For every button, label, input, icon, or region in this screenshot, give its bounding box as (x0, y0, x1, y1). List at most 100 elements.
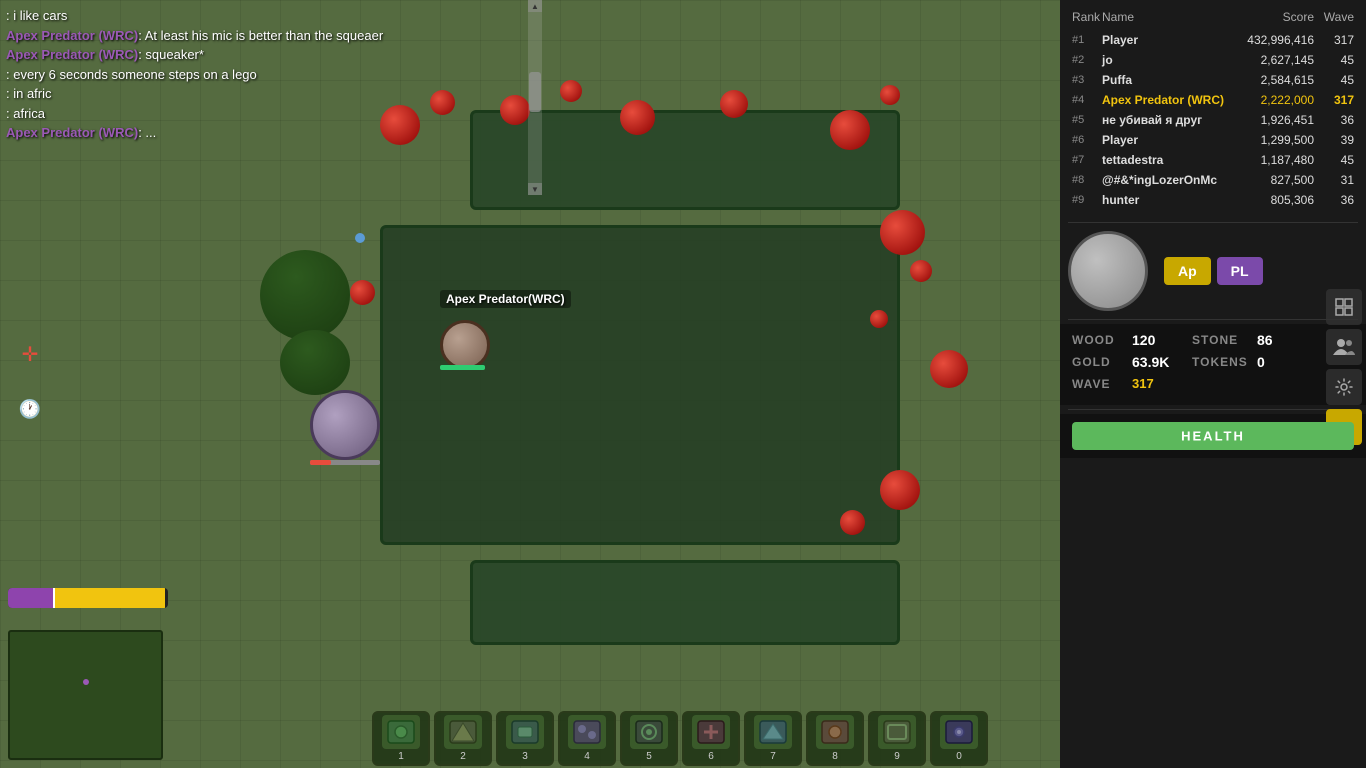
scroll-down-arrow[interactable]: ▼ (528, 183, 542, 195)
chat-player-name: Apex Predator (WRC) (6, 125, 138, 140)
toolbar-icon-3 (506, 715, 544, 749)
chat-player-name: Apex Predator (WRC) (6, 28, 138, 43)
toolbar-item-3[interactable]: 3 (496, 711, 554, 766)
lb-score-9: 805,306 (1224, 193, 1314, 207)
toolbar-item-7[interactable]: 7 (744, 711, 802, 766)
wave-value: 317 (1132, 376, 1192, 391)
tokens-value: 0 (1257, 354, 1265, 370)
enemy-blob (350, 280, 375, 305)
health-label: HEALTH (1181, 429, 1245, 444)
mini-map-player (83, 679, 89, 685)
toolbar-icon-6 (692, 715, 730, 749)
lb-rank-8: #8 (1072, 174, 1102, 186)
game-area[interactable]: Apex Predator(WRC) ✛ 🕐 (0, 0, 1060, 768)
xp-bar-purple (8, 588, 53, 608)
scroll-up-arrow[interactable]: ▲ (528, 0, 542, 12)
lb-score-3: 2,584,615 (1224, 73, 1314, 87)
avatar-button-ap[interactable]: Ap (1164, 257, 1211, 285)
toolbar-item-0[interactable]: 0 (930, 711, 988, 766)
lb-score-8: 827,500 (1224, 173, 1314, 187)
people-icon[interactable] (1326, 329, 1362, 365)
toolbar-item-9[interactable]: 9 (868, 711, 926, 766)
toolbar-icon-1 (382, 715, 420, 749)
player-healthbar (440, 365, 485, 370)
mini-map[interactable] (8, 630, 163, 760)
lb-name-9: hunter (1102, 193, 1224, 207)
gold-label: GOLD (1072, 355, 1132, 369)
chat-panel: : i like cars Apex Predator (WRC): At le… (0, 0, 530, 149)
lb-row-2: #2 jo 2,627,145 45 (1068, 50, 1358, 70)
lb-score-6: 1,299,500 (1224, 133, 1314, 147)
toolbar-num-9: 9 (894, 751, 900, 762)
lb-rank-4: #4 (1072, 94, 1102, 106)
lb-row-8: #8 @#&*ingLozerOnMc 827,500 31 (1068, 170, 1358, 190)
toolbar-item-8[interactable]: 8 (806, 711, 864, 766)
player-label: Apex Predator(WRC) (440, 290, 571, 308)
toolbar-num-4: 4 (584, 751, 590, 762)
scrollbar-thumb[interactable] (529, 72, 541, 112)
player-entity (440, 320, 490, 370)
toolbar-item-1[interactable]: 1 (372, 711, 430, 766)
avatar-button-pl[interactable]: PL (1217, 257, 1263, 285)
wood-value: 120 (1132, 332, 1192, 348)
header-score: Score (1224, 10, 1314, 24)
toolbar-num-3: 3 (522, 751, 528, 762)
chat-scrollbar[interactable]: ▲ ▼ (528, 0, 542, 195)
toolbar-item-2[interactable]: 2 (434, 711, 492, 766)
toolbar-item-4[interactable]: 4 (558, 711, 616, 766)
lb-score-5: 1,926,451 (1224, 113, 1314, 127)
header-rank: Rank (1072, 10, 1102, 24)
lb-row-4: #4 Apex Predator (WRC) 2,222,000 317 (1068, 90, 1358, 110)
lb-wave-6: 39 (1314, 133, 1354, 147)
header-name: Name (1102, 10, 1224, 24)
toolbar-item-5[interactable]: 5 (620, 711, 678, 766)
lb-name-2: jo (1102, 53, 1224, 67)
lb-wave-4: 317 (1314, 93, 1354, 107)
lb-row-6: #6 Player 1,299,500 39 (1068, 130, 1358, 150)
toolbar-icon-9 (878, 715, 916, 749)
leaderboard: Rank Name Score Wave #1 Player 432,996,4… (1060, 0, 1366, 218)
ally-entity (310, 390, 380, 460)
toolbar-num-8: 8 (832, 751, 838, 762)
lb-wave-8: 31 (1314, 173, 1354, 187)
xp-bar (8, 588, 168, 608)
chat-message: Apex Predator (WRC): squeaker* (6, 45, 524, 65)
lb-wave-3: 45 (1314, 73, 1354, 87)
lb-name-6: Player (1102, 133, 1224, 147)
tokens-label: TOKENS (1192, 355, 1257, 369)
lb-rank-7: #7 (1072, 154, 1102, 166)
health-section: HEALTH (1060, 414, 1366, 458)
chat-player-name: Apex Predator (WRC) (6, 47, 138, 62)
toolbar-icon-5 (630, 715, 668, 749)
xp-bar-yellow (55, 588, 165, 608)
toolbar-icon-8 (816, 715, 854, 749)
projectile (355, 233, 365, 243)
lb-wave-7: 45 (1314, 153, 1354, 167)
lb-name-5: не убивай я друг (1102, 113, 1224, 127)
toolbar-item-6[interactable]: 6 (682, 711, 740, 766)
lb-score-7: 1,187,480 (1224, 153, 1314, 167)
lb-wave-2: 45 (1314, 53, 1354, 67)
grid-icon[interactable] (1326, 289, 1362, 325)
lb-score-4: 2,222,000 (1224, 93, 1314, 107)
lb-rank-1: #1 (1072, 34, 1102, 46)
settings-icon[interactable] (1326, 369, 1362, 405)
avatar-area: Ap PL (1060, 227, 1366, 315)
toolbar-num-0: 0 (956, 751, 962, 762)
chat-message: Apex Predator (WRC): ... (6, 123, 524, 143)
toolbar-num-2: 2 (460, 751, 466, 762)
enemy-blob (870, 310, 888, 328)
toolbar: 1 2 3 4 5 (340, 708, 1020, 768)
lb-rank-5: #5 (1072, 114, 1102, 126)
xp-bar-section (8, 588, 168, 608)
toolbar-num-7: 7 (770, 751, 776, 762)
wood-row: WOOD 120 STONE 86 (1072, 332, 1354, 348)
header-wave: Wave (1314, 10, 1354, 24)
enemy-blob (840, 510, 865, 535)
lb-rank-9: #9 (1072, 194, 1102, 206)
enemy-blob (720, 90, 748, 118)
avatar-buttons: Ap PL (1164, 257, 1263, 285)
toolbar-num-6: 6 (708, 751, 714, 762)
chat-message: Apex Predator (WRC): At least his mic is… (6, 26, 524, 46)
enemy-blob (880, 85, 900, 105)
